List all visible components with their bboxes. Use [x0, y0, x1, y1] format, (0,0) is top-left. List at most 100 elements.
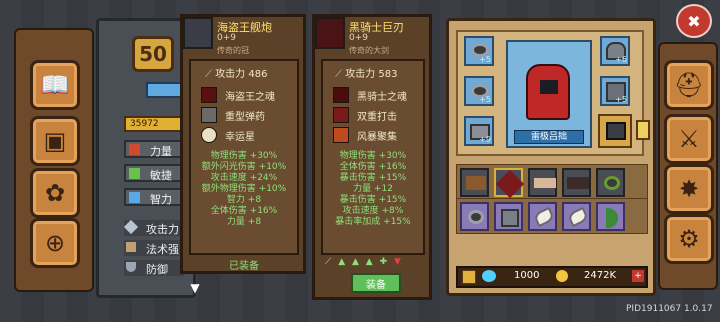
skill-list: 黑骑士之魂 双重打击 风暴聚集 [333, 85, 423, 145]
down-arrow-icon: ▼ [394, 257, 403, 267]
bag-slot[interactable] [596, 202, 625, 231]
equip-slot-armor[interactable]: +5 [600, 76, 630, 106]
skill-name: 幸运星 [225, 131, 255, 143]
plus-icon: ✚ [379, 257, 390, 267]
attack-value: 攻击力 486 [215, 69, 268, 80]
selected-arrow-icon [636, 120, 650, 140]
bag-slot[interactable] [494, 202, 523, 231]
lock-icon[interactable] [462, 270, 476, 284]
xp-text: 35972 [130, 119, 159, 129]
action-icon-row: ⟋ ▲ ▲ ▲ ✚ ▼ [325, 257, 425, 269]
star-burst-icon: ✸ [678, 175, 700, 203]
equip-slot-necklace[interactable]: +5 [464, 36, 494, 66]
bag-slot[interactable] [528, 202, 557, 231]
skill-name: 风暴聚集 [357, 131, 397, 143]
xp-bar: 35972 [124, 116, 184, 132]
stat-row-intellect: 智力 [124, 188, 184, 206]
chest-armor-icon [501, 209, 519, 227]
helmet-tab-button[interactable]: ⛑ [664, 60, 714, 110]
skill-row: 黑骑士之魂 [333, 85, 423, 105]
forge-tab-button[interactable]: ⚔ [664, 114, 714, 164]
crossbow-icon [466, 176, 486, 190]
dark-soul-skill-icon [333, 87, 349, 103]
up-arrow-icon: ▲ [351, 257, 361, 267]
bag-slot[interactable] [460, 202, 489, 231]
settings-tab-button[interactable]: ⚙ [664, 214, 714, 264]
item-rarity: 传奇的冠 [217, 46, 249, 55]
level-text: 50 [139, 42, 167, 66]
bonus-line: 物理伤害 +30% [210, 151, 278, 161]
skill-row: 重型弹药 [201, 105, 297, 125]
attack-line: ⟋ 攻击力 486 [205, 65, 267, 80]
item-level: 0+9 [349, 33, 368, 43]
upgrade-level: +5 [615, 95, 627, 104]
equip-slot-boots[interactable]: +9 [464, 116, 494, 146]
upgrade-level: +5 [479, 95, 491, 104]
stat-label: 攻击力 [146, 223, 179, 236]
sword-small-icon: ⟋ [325, 257, 334, 267]
stat-row-defense: 防御 [124, 260, 184, 276]
character-sprite [526, 64, 570, 120]
bonus-line: 全体伤害 +16% [339, 162, 407, 172]
skill-row: 风暴聚集 [333, 125, 423, 145]
vehicle-button[interactable]: ⊕ [30, 218, 80, 268]
crossed-swords-icon: ⚔ [678, 125, 700, 153]
ammo-skill-icon [201, 107, 217, 123]
star-skill-icon [201, 127, 217, 143]
cannon-icon [183, 17, 213, 49]
agility-icon [129, 168, 140, 179]
bag-slot[interactable] [596, 168, 625, 197]
gold-count: 2472K [584, 270, 617, 281]
equipped-status: 已装备 [229, 261, 259, 272]
stat-row-agility: 敏捷 [124, 164, 184, 182]
skills-tab-button[interactable]: ✸ [664, 164, 714, 214]
cannon-icon [606, 122, 626, 140]
greatsword-icon [315, 17, 345, 49]
equip-slot-ring[interactable]: +5 [464, 76, 494, 106]
strength-icon [129, 144, 140, 155]
item-tooltip-compare: 黑骑士巨刃 0+9 传奇的大剑 ⟋ 攻击力 583 黑骑士之魂 双重打击 风暴聚… [312, 14, 432, 300]
bonus-line: 全体伤害 +16% [210, 206, 278, 216]
close-icon: ✖ [687, 11, 701, 31]
stat-label: 力量 [150, 145, 172, 158]
amulet-icon [604, 176, 620, 190]
skill-name: 海盗王之魂 [225, 91, 275, 103]
equip-slot-helmet[interactable]: +6 [600, 36, 630, 66]
bag-slot[interactable] [460, 168, 489, 197]
intellect-icon [129, 192, 140, 203]
bonus-line: 额外闪光伤害 +10% [201, 162, 287, 172]
add-gold-button[interactable]: + [632, 270, 644, 282]
bonus-line: 力量 +8 [226, 217, 262, 227]
stat-row-spell: 法术强 [124, 240, 184, 256]
rune-ring-icon [468, 210, 484, 224]
close-button[interactable]: ✖ [676, 4, 712, 38]
item-tooltip-equipped: 海盗王舰炮 0+9 传奇的冠 ⟋ 攻击力 486 海盗王之魂 重型弹药 幸运星 … [180, 14, 306, 274]
bonus-line: 力量 +12 [353, 184, 393, 194]
bag-slot[interactable] [494, 168, 525, 199]
equip-label: 装备 [366, 279, 386, 291]
skill-list: 海盗王之魂 重型弹药 幸运星 [201, 85, 297, 145]
pet-button[interactable]: ✿ [30, 168, 80, 218]
bag-icon: ▣ [43, 127, 67, 155]
bonus-line: 额外物理伤害 +10% [201, 184, 287, 194]
bag-slot[interactable] [562, 168, 591, 197]
up-arrow-icon: ▲ [365, 257, 375, 267]
book-icon: 📖 [40, 71, 70, 99]
inventory-button[interactable]: ▣ [30, 116, 80, 166]
bonus-line: 暴击伤害 +15% [339, 195, 407, 205]
bag-slot[interactable] [528, 168, 557, 197]
gear-icon: ⚙ [678, 225, 700, 253]
item-rarity: 传奇的大剑 [349, 46, 389, 55]
journal-button[interactable]: 📖 [30, 60, 80, 110]
equip-slot-weapon-selected[interactable] [598, 114, 632, 148]
scroll-down-arrow-icon[interactable]: ▼ [180, 282, 210, 294]
bag-slot[interactable] [562, 202, 591, 231]
bonus-line: 攻击速度 +8% [342, 206, 404, 216]
bonus-line: 暴击伤害 +15% [339, 173, 407, 183]
equip-button[interactable]: 装备 [351, 273, 401, 293]
skill-name: 黑骑士之魂 [357, 91, 407, 103]
character-name-plate[interactable]: 雷极吕拙 [514, 130, 584, 144]
paw-icon: ✿ [44, 179, 66, 207]
stat-row-strength: 力量 [124, 140, 184, 158]
gold-coin-icon [556, 270, 568, 282]
